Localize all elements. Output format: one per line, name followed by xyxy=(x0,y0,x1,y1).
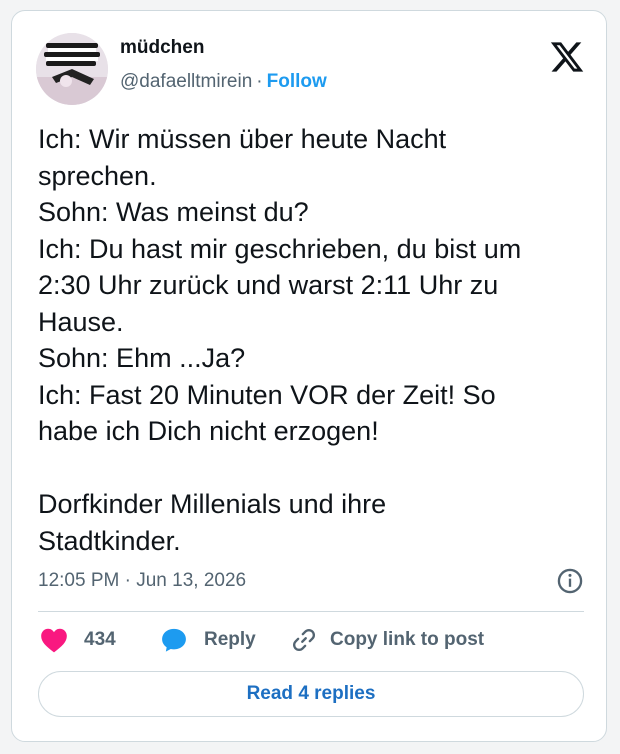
author-display-name[interactable]: müdchen xyxy=(120,37,204,59)
author-handle[interactable]: @dafaelltmirein xyxy=(120,71,252,92)
avatar[interactable] xyxy=(36,33,108,105)
info-icon[interactable] xyxy=(556,567,584,595)
like-button[interactable]: 434 xyxy=(40,623,116,657)
reply-label: Reply xyxy=(204,629,256,650)
follow-button[interactable]: Follow xyxy=(267,71,327,92)
tweet-meta: 12:05 PM · Jun 13, 2026 xyxy=(38,567,584,597)
copy-link-button[interactable]: Copy link to post xyxy=(290,623,484,657)
author-handle-row: @dafaelltmirein · Follow xyxy=(120,71,327,93)
heart-icon xyxy=(41,628,67,653)
avatar-image xyxy=(36,33,108,105)
x-logo-icon[interactable] xyxy=(549,39,585,75)
like-count: 434 xyxy=(84,629,116,650)
speech-bubble-icon xyxy=(162,628,186,652)
read-replies-label: Read 4 replies xyxy=(246,683,376,704)
reply-button[interactable]: Reply xyxy=(160,623,256,657)
tweet-timestamp[interactable]: 12:05 PM · Jun 13, 2026 xyxy=(38,570,246,592)
divider xyxy=(38,611,584,612)
read-replies-button[interactable]: Read 4 replies xyxy=(38,671,584,717)
tweet-card: müdchen @dafaelltmirein · Follow Ich: Wir … xyxy=(11,10,607,742)
copy-link-label: Copy link to post xyxy=(330,629,485,650)
separator-dot: · xyxy=(256,71,263,92)
tweet-text: Ich: Wir müssen über heute Nacht spreche… xyxy=(38,124,522,556)
link-icon xyxy=(293,629,315,651)
